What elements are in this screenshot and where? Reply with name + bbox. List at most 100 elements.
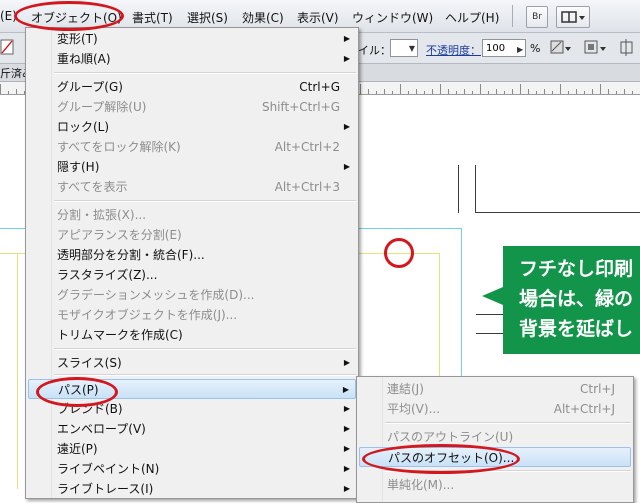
submenu-item-outline-stroke[interactable]: パスのアウトライン(U) [359, 427, 631, 447]
bridge-button[interactable]: Br [526, 6, 548, 28]
style-dropdown[interactable]: ▼ [390, 39, 418, 57]
menu-item-label: グループ(G) [57, 80, 123, 94]
submenu-arrow-icon: ▶ [343, 484, 350, 493]
submenu-item-join[interactable]: 連結(J) Ctrl+J [359, 379, 631, 399]
menu-item-label: ライブペイント(N) [57, 462, 160, 476]
menu-item-group[interactable]: グループ(G) Ctrl+G [28, 77, 356, 97]
menu-item-label: 変形(T) [57, 32, 98, 46]
menu-item-expand-appearance[interactable]: アピアランスを分割(E) [28, 225, 356, 245]
submenu-item-simplify[interactable]: 単純化(M)... [359, 475, 631, 495]
ruler-tick [576, 89, 577, 94]
ruler-tick [376, 91, 377, 94]
stroke-swatch-icon[interactable] [0, 39, 14, 55]
ruler-tick [608, 89, 609, 94]
menu-item-gradient-mesh[interactable]: グラデーションメッシュを作成(D)... [28, 285, 356, 305]
ruler-tick [584, 91, 585, 94]
menu-item-live-paint[interactable]: ライブペイント(N) ▶ [28, 459, 356, 479]
menu-help[interactable]: ヘルプ(H) [445, 9, 499, 26]
submenu-arrow-icon: ▶ [343, 444, 350, 453]
align-icon[interactable] [582, 39, 608, 57]
corner-annotation-ring [384, 238, 414, 268]
ruler-tick [504, 91, 505, 94]
menu-item-label: 単純化(M)... [387, 478, 455, 492]
menu-item-flatten-transparency[interactable]: 透明部分を分割・統合(F)... [28, 245, 356, 265]
chevron-right-icon[interactable]: ▶ [517, 45, 523, 54]
callout-line: 背景を延ばし [519, 318, 634, 340]
ruler-tick [520, 84, 521, 94]
menu-item-arrange[interactable]: 重ね順(A) ▶ [28, 49, 356, 69]
ruler-tick [416, 89, 417, 94]
menu-item-label: トリムマークを作成(C) [57, 328, 183, 342]
menu-item-perspective[interactable]: 遠近(P) ▶ [28, 439, 356, 459]
menu-item-label: 連結(J) [387, 382, 424, 396]
menu-item-label: 隠す(H) [57, 160, 100, 174]
menu-item-label: ライブトレース(I) [57, 482, 154, 496]
menu-type[interactable]: 書式(T) [132, 9, 173, 26]
menu-item-rasterize[interactable]: ラスタライズ(Z)... [28, 265, 356, 285]
callout-tail [482, 287, 503, 305]
ruler-tick [560, 84, 561, 94]
ruler-tick [488, 91, 489, 94]
trim-mark [458, 165, 459, 213]
ruler-tick [0, 84, 1, 94]
ruler-tick [368, 89, 369, 94]
path-submenu: 連結(J) Ctrl+J 平均(V)... Alt+Ctrl+J パスのアウトライン… [356, 376, 634, 503]
menu-separator [54, 72, 356, 74]
menu-item-label: 重ね順(A) [57, 52, 111, 66]
recolor-artwork-icon[interactable] [548, 39, 572, 57]
ruler-tick [512, 89, 513, 94]
menu-item-transform[interactable]: 変形(T) ▶ [28, 29, 356, 49]
menu-item-envelope[interactable]: エンベロープ(V) ▶ [28, 419, 356, 439]
submenu-item-average[interactable]: 平均(V)... Alt+Ctrl+J [359, 399, 631, 419]
menu-item-lock[interactable]: ロック(L) ▶ [28, 117, 356, 137]
menu-view[interactable]: 表示(V) [297, 9, 339, 26]
transform-icon[interactable] [618, 39, 638, 57]
menu-item-label: モザイクオブジェクトを作成(J)... [57, 308, 238, 322]
submenu-arrow-icon: ▶ [343, 162, 350, 171]
menu-item-label: すべてを表示 [57, 180, 128, 194]
trim-mark [476, 212, 640, 213]
ruler-tick [464, 89, 465, 94]
menu-item-slice[interactable]: スライス(S) ▶ [28, 353, 356, 373]
menu-item-trim-marks[interactable]: トリムマークを作成(C) [28, 325, 356, 345]
menu-item-unlock-all[interactable]: すべてをロック解除(K) Alt+Ctrl+2 [28, 137, 356, 157]
callout-line: フチなし印刷 [519, 258, 634, 280]
menu-item-ungroup[interactable]: グループ解除(U) Shift+Ctrl+G [28, 97, 356, 117]
menu-item-label: すべてをロック解除(K) [57, 140, 181, 154]
submenu-arrow-icon: ▶ [343, 122, 350, 131]
ruler-tick [472, 91, 473, 94]
menu-separator [54, 348, 356, 350]
submenu-arrow-icon: ▶ [343, 464, 350, 473]
menu-item-label: 平均(V)... [387, 402, 441, 416]
arrange-documents-button[interactable] [556, 6, 590, 28]
path-item-annotation-ring [36, 377, 118, 407]
submenu-arrow-icon: ▶ [343, 424, 350, 433]
menu-item-object-mosaic[interactable]: モザイクオブジェクトを作成(J)... [28, 305, 356, 325]
menu-window[interactable]: ウィンドウ(W) [352, 9, 433, 26]
ruler-tick [496, 89, 497, 94]
ruler-tick [536, 91, 537, 94]
ruler-tick [616, 91, 617, 94]
ruler-tick [528, 89, 529, 94]
menu-item-hide[interactable]: 隠す(H) ▶ [28, 157, 356, 177]
menu-effect[interactable]: 効果(C) [242, 9, 284, 26]
menu-item-label: グラデーションメッシュを作成(D)... [57, 288, 255, 302]
submenu-arrow-icon: ▶ [343, 358, 350, 367]
ruler-tick [632, 91, 633, 94]
submenu-arrow-icon: ▶ [342, 385, 349, 394]
menu-separator [385, 422, 631, 424]
ruler-tick [544, 89, 545, 94]
menu-select[interactable]: 選択(S) [187, 9, 228, 26]
ruler-tick [592, 89, 593, 94]
menu-item-expand[interactable]: 分割・拡張(X)... [28, 205, 356, 225]
ruler-tick [448, 89, 449, 94]
ruler-tick [440, 84, 441, 94]
opacity-label[interactable]: 不透明度： [426, 42, 481, 58]
ruler-tick [624, 89, 625, 94]
style-label: イル： [358, 44, 391, 57]
trim-mark [475, 165, 476, 213]
menu-item-show-all[interactable]: すべてを表示 Alt+Ctrl+3 [28, 177, 356, 197]
menu-separator [54, 200, 356, 202]
menu-item-live-trace[interactable]: ライブトレース(I) ▶ [28, 479, 356, 499]
ruler-tick [456, 91, 457, 94]
